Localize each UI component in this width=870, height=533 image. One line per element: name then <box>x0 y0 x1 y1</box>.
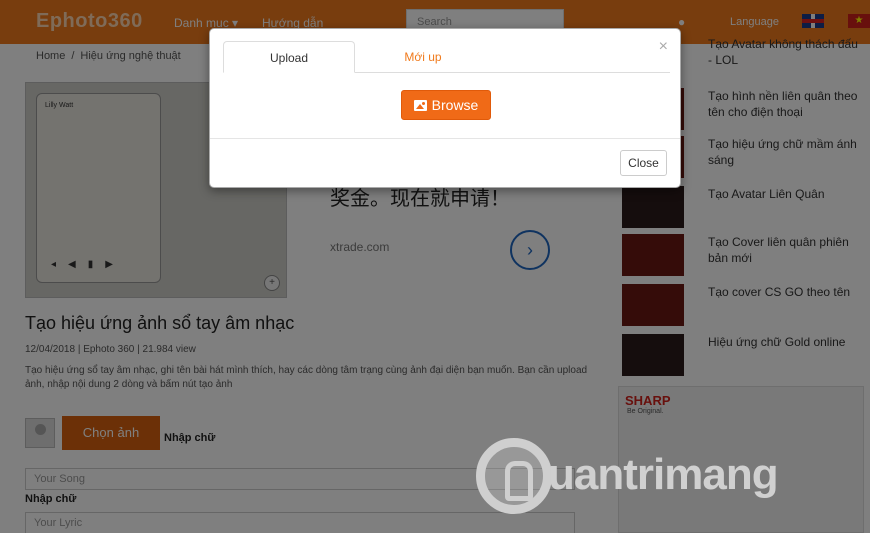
watermark-text: uantrimang <box>548 450 779 499</box>
browse-button[interactable]: Browse <box>401 90 491 120</box>
tab-new-uploads[interactable]: Mới up <box>387 41 459 73</box>
quantrimang-watermark: uantrimang <box>476 438 861 528</box>
modal-divider <box>210 138 680 139</box>
lightbulb-logo-icon <box>476 438 552 514</box>
image-icon <box>413 99 427 111</box>
close-button[interactable]: Close <box>620 150 667 176</box>
modal-tabs: Upload Mới up <box>223 41 670 73</box>
tab-upload[interactable]: Upload <box>223 41 355 73</box>
upload-modal: × Upload Mới up Browse Close <box>209 28 681 188</box>
